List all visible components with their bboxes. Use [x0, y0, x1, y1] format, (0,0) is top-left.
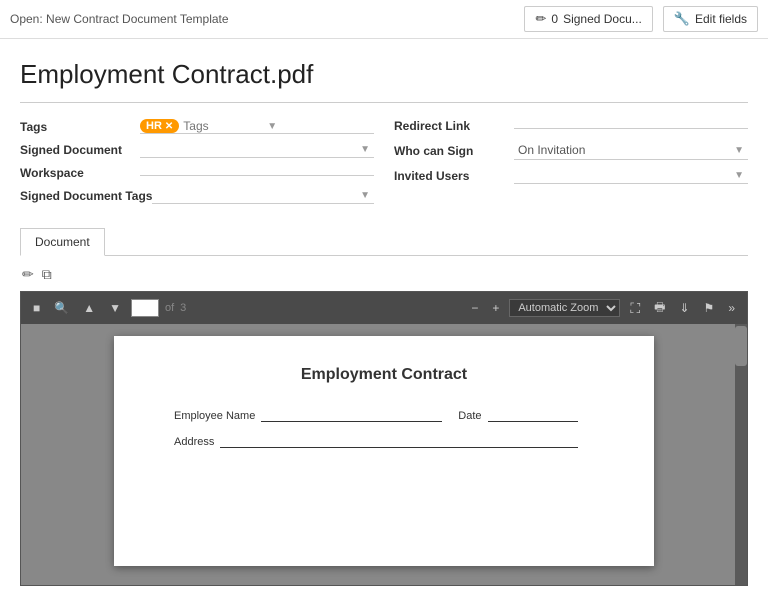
top-bar-title: Open: New Contract Document Template: [10, 12, 229, 26]
copy-icon[interactable]: ⧉: [42, 266, 52, 283]
signed-docs-button[interactable]: ✏ 0 Signed Docu...: [524, 6, 652, 32]
pdf-zoom-in[interactable]: +: [488, 299, 503, 317]
pdf-more[interactable]: »: [724, 299, 739, 317]
invited-users-arrow[interactable]: ▼: [734, 170, 744, 181]
main-content: Employment Contract.pdf Tags HR ✕ ▼ Sign…: [0, 39, 768, 596]
who-can-sign-value: On Invitation: [518, 143, 585, 157]
pdf-fullscreen[interactable]: ⛶: [626, 298, 644, 319]
who-can-sign-row: Who can Sign On Invitation ▼: [394, 141, 748, 160]
tab-document-label: Document: [35, 235, 90, 249]
redirect-link-control[interactable]: [514, 124, 748, 129]
edit-fields-label: Edit fields: [695, 12, 747, 26]
tab-document[interactable]: Document: [20, 228, 105, 256]
workspace-label: Workspace: [20, 166, 140, 180]
pdf-page-input[interactable]: 1: [131, 299, 159, 317]
who-can-sign-control[interactable]: On Invitation ▼: [514, 141, 748, 160]
invited-users-label: Invited Users: [394, 169, 514, 183]
signed-docs-label: Signed Docu...: [563, 12, 642, 26]
form-area: Tags HR ✕ ▼ Signed Document ▼: [20, 119, 748, 212]
signed-doc-label: Signed Document: [20, 143, 140, 157]
doc-toolbar: ✏ ⧉: [20, 266, 748, 283]
who-can-sign-label: Who can Sign: [394, 144, 514, 158]
edit-icon[interactable]: ✏: [22, 266, 34, 283]
signed-doc-control[interactable]: ▼: [140, 142, 374, 158]
pdf-address-line: [220, 434, 578, 448]
pdf-page-sep: of: [165, 302, 174, 314]
form-left: Tags HR ✕ ▼ Signed Document ▼: [20, 119, 374, 212]
tags-text-input[interactable]: [183, 119, 263, 133]
pdf-scrollbar-thumb: [735, 326, 747, 366]
invited-users-control[interactable]: ▼: [514, 168, 748, 184]
pdf-zoom-select[interactable]: Automatic Zoom 50% 75% 100% 125% 150%: [509, 299, 620, 317]
who-can-sign-arrow[interactable]: ▼: [734, 145, 744, 156]
edit-fields-button[interactable]: 🔧 Edit fields: [663, 6, 758, 32]
tags-input-area[interactable]: HR ✕ ▼: [140, 119, 374, 134]
page-title: Employment Contract.pdf: [20, 59, 748, 103]
signed-doc-tags-arrow[interactable]: ▼: [360, 190, 370, 201]
signed-docs-count: 0: [551, 12, 558, 26]
pdf-prev-page[interactable]: ▲: [79, 299, 99, 317]
pdf-download[interactable]: ⇓: [675, 299, 693, 317]
pdf-toolbar: ■ 🔍 ▲ ▼ 1 of 3 − + Automatic Zoom 50% 75…: [21, 292, 747, 324]
workspace-row: Workspace: [20, 166, 374, 180]
pdf-page: Employment Contract Employee Name Date A…: [114, 336, 654, 566]
pdf-next-page[interactable]: ▼: [105, 299, 125, 317]
tag-remove-icon[interactable]: ✕: [165, 121, 173, 132]
tags-row: Tags HR ✕ ▼: [20, 119, 374, 134]
top-bar: Open: New Contract Document Template ✏ 0…: [0, 0, 768, 39]
pdf-viewer: ■ 🔍 ▲ ▼ 1 of 3 − + Automatic Zoom 50% 75…: [20, 291, 748, 586]
pdf-sidebar-toggle[interactable]: ■: [29, 299, 44, 317]
signed-doc-tags-control[interactable]: ▼: [152, 188, 374, 204]
pdf-page-total: 3: [180, 302, 186, 314]
wrench-icon: 🔧: [674, 11, 690, 27]
workspace-control[interactable]: [140, 171, 374, 176]
pdf-date-label: Date: [458, 410, 481, 422]
tag-hr: HR ✕: [140, 119, 179, 133]
signed-doc-tags-label: Signed Document Tags: [20, 189, 152, 203]
pdf-date-line: [488, 408, 578, 422]
signed-doc-row: Signed Document ▼: [20, 142, 374, 158]
invited-users-row: Invited Users ▼: [394, 168, 748, 184]
redirect-link-label: Redirect Link: [394, 119, 514, 133]
pdf-print[interactable]: 🖶: [650, 296, 669, 321]
tags-dropdown-arrow[interactable]: ▼: [267, 121, 277, 132]
redirect-link-row: Redirect Link: [394, 119, 748, 133]
form-right: Redirect Link Who can Sign On Invitation…: [394, 119, 748, 212]
signed-doc-tags-row: Signed Document Tags ▼: [20, 188, 374, 204]
top-bar-actions: ✏ 0 Signed Docu... 🔧 Edit fields: [524, 6, 758, 32]
tags-label: Tags: [20, 120, 140, 134]
edit-doc-icon: ✏: [535, 11, 546, 27]
pdf-zoom-out[interactable]: −: [467, 299, 482, 317]
pdf-address-label: Address: [174, 436, 214, 448]
tabs: Document: [20, 228, 748, 256]
pdf-search-button[interactable]: 🔍: [50, 299, 73, 317]
pdf-employee-row: Employee Name Date: [174, 408, 594, 422]
signed-doc-arrow[interactable]: ▼: [360, 144, 370, 155]
pdf-page-title: Employment Contract: [174, 366, 594, 384]
tag-hr-label: HR: [146, 120, 162, 132]
pdf-bookmark[interactable]: ⚑: [700, 299, 719, 317]
pdf-address-row: Address: [174, 434, 594, 448]
pdf-employee-line: [261, 408, 442, 422]
pdf-employee-label: Employee Name: [174, 410, 255, 422]
